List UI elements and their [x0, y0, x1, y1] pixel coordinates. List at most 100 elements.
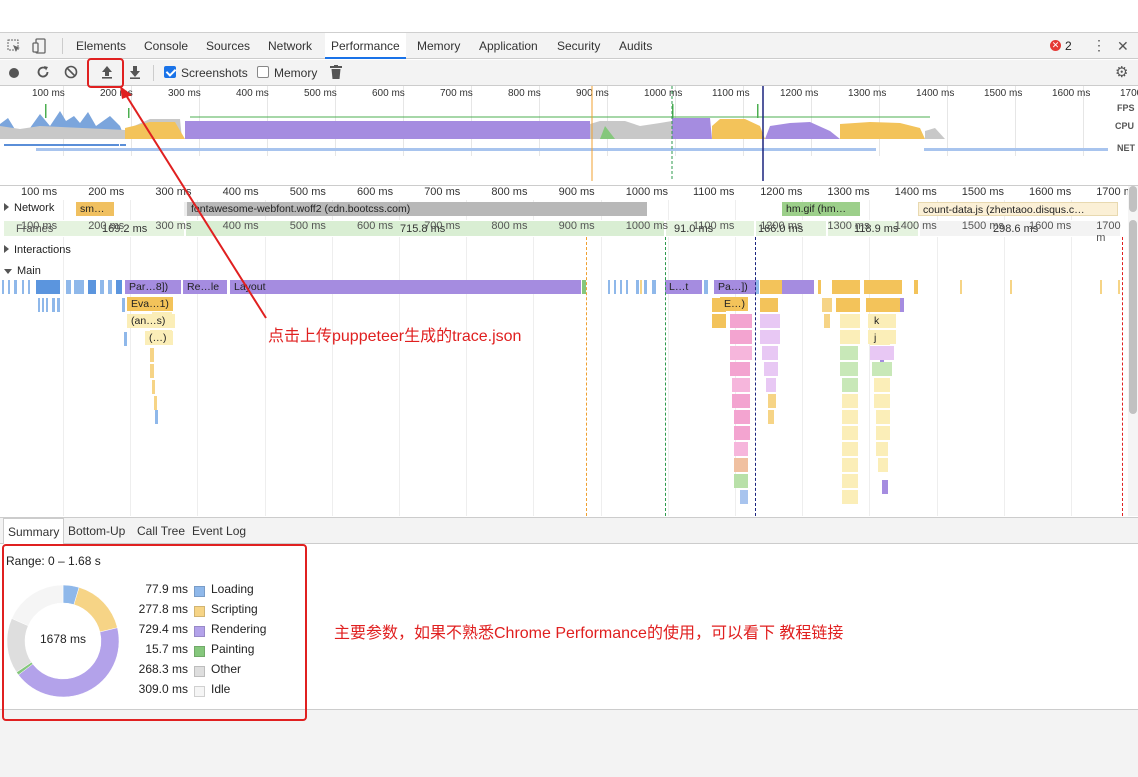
frames-ruler-tick-label: 1600 ms	[1029, 220, 1072, 232]
ruler-tick-label: 1300 ms	[827, 186, 870, 198]
main-track-label[interactable]: Main	[4, 265, 41, 277]
network-request-bar[interactable]: count-data.js (zhentaoo.disqus.c…	[918, 202, 1118, 216]
frames-ruler-tick-label: 1000 ms	[625, 220, 668, 232]
overview-tick-label: 1700	[1120, 88, 1138, 99]
settings-gear-icon[interactable]: ⚙	[1115, 65, 1128, 80]
tab-network[interactable]: Network	[268, 33, 312, 59]
timeline-overview[interactable]: 100 ms 200 ms 300 ms 400 ms 500 ms 600 ms 700 …	[0, 86, 1138, 186]
summary-highlight-box	[2, 544, 307, 721]
upload-annotation-text: 点击上传puppeteer生成的trace.json	[268, 328, 522, 345]
tab-application[interactable]: Application	[479, 33, 538, 59]
frames-ruler-tick-label: 1500 ms	[961, 220, 1004, 232]
ruler-tick-label: 200 ms	[88, 186, 125, 198]
ruler-tick-label: 100 ms	[21, 186, 58, 198]
main-task-bar[interactable]: (an…s)	[127, 314, 175, 328]
frames-ruler-tick-label: 1200 ms	[760, 220, 803, 232]
error-icon[interactable]: ✕	[1050, 40, 1061, 51]
collapse-arrow-icon[interactable]	[4, 269, 12, 274]
main-task-bar[interactable]: L…t	[665, 280, 702, 294]
ruler-tick-label: 1000 ms	[625, 186, 668, 198]
screenshots-label[interactable]: Screenshots	[181, 60, 248, 86]
tab-bottom-up[interactable]: Bottom-Up	[68, 518, 125, 544]
frames-ruler-tick-label: 1300 ms	[827, 220, 870, 232]
fps-label: FPS	[1117, 103, 1135, 113]
frames-ruler-tick-label: 900 ms	[558, 220, 595, 232]
main-task-bar[interactable]: (…)	[145, 331, 173, 345]
tab-audits[interactable]: Audits	[619, 33, 652, 59]
tab-performance[interactable]: Performance	[325, 33, 406, 59]
tab-memory[interactable]: Memory	[417, 33, 460, 59]
performance-toolbar: Screenshots Memory ⚙	[0, 60, 1138, 86]
marker-line-load	[755, 237, 756, 516]
main-task-bar[interactable]: E…)	[720, 297, 748, 311]
ruler-tick-label: 1600 ms	[1029, 186, 1072, 198]
ruler-tick-label: 1100 ms	[693, 186, 735, 198]
main-task-bar[interactable]: Re…le	[183, 280, 227, 294]
frames-ruler-tick-label: 700 ms	[424, 220, 461, 232]
more-menu-icon[interactable]: ⋮	[1092, 38, 1106, 52]
flame-chart-tracks[interactable]: Network sm… fontawesome-webfont.woff2 (c…	[0, 200, 1128, 516]
main-task-bar[interactable]: k	[870, 314, 890, 328]
net-label: NET	[1117, 143, 1135, 153]
expand-arrow-icon[interactable]	[4, 245, 9, 253]
devtools-tab-bar: Elements Console Sources Network Perform…	[0, 33, 1138, 59]
reload-icon[interactable]	[35, 64, 51, 80]
trash-icon[interactable]	[330, 65, 342, 80]
ruler-tick-label: 900 ms	[558, 186, 595, 198]
memory-label[interactable]: Memory	[274, 60, 317, 86]
main-task-bar[interactable]: j	[870, 331, 890, 345]
expand-arrow-icon[interactable]	[4, 203, 9, 211]
interactions-track-label[interactable]: Interactions	[4, 244, 71, 256]
network-request-bar[interactable]: sm…	[76, 202, 114, 216]
tab-event-log[interactable]: Event Log	[192, 518, 246, 544]
inspect-element-icon[interactable]	[7, 39, 21, 53]
cpu-label: CPU	[1115, 121, 1135, 131]
ruler-tick-label: 1200 ms	[760, 186, 803, 198]
record-icon[interactable]	[9, 68, 19, 78]
frames-ruler-tick-label: 600 ms	[357, 220, 394, 232]
marker-line-fmp	[665, 237, 666, 516]
tracks-scrollbar[interactable]	[1128, 186, 1138, 516]
details-tab-bar: Summary Bottom-Up Call Tree Event Log	[0, 517, 1138, 544]
params-annotation-text: 主要参数，如果不熟悉Chrome Performance的使用，可以看下 教程链…	[334, 625, 844, 642]
scrollbar-thumb[interactable]	[1129, 186, 1137, 212]
frames-ruler-tick-label: 500 ms	[289, 220, 326, 232]
ruler-tick-label: 500 ms	[289, 186, 326, 198]
ruler-tick-label: 700 ms	[424, 186, 461, 198]
network-request-bar[interactable]: hm.gif (hm…	[782, 202, 860, 216]
device-toolbar-icon[interactable]	[32, 38, 48, 54]
frames-ruler-tick-label: 100 ms	[21, 220, 58, 232]
ruler-tick-label: 400 ms	[222, 186, 259, 198]
ruler-tick-label: 600 ms	[357, 186, 394, 198]
tab-call-tree[interactable]: Call Tree	[137, 518, 185, 544]
close-devtools-icon[interactable]: ✕	[1117, 38, 1129, 55]
ruler-tick-label: 1400 ms	[894, 186, 937, 198]
screenshots-checkbox[interactable]	[164, 66, 176, 78]
main-task-bar[interactable]: Par…8])	[125, 280, 181, 294]
upload-highlight-box	[87, 58, 124, 88]
main-task-bar[interactable]: Eva…1)	[127, 297, 173, 311]
browser-top-area	[0, 0, 1138, 33]
scrollbar-thumb[interactable]	[1129, 220, 1137, 414]
error-count[interactable]: 2	[1065, 39, 1072, 53]
frames-ruler-tick-label: 400 ms	[222, 220, 259, 232]
main-task-bar[interactable]: Pa…])	[714, 280, 756, 294]
frames-ruler-tick-label: 1700 m	[1096, 220, 1121, 244]
clear-icon[interactable]	[64, 65, 78, 79]
memory-checkbox[interactable]	[257, 66, 269, 78]
network-track-label[interactable]: Network	[4, 202, 54, 214]
marker-line-dcl	[586, 237, 587, 516]
frames-ruler-tick-label: 300 ms	[155, 220, 192, 232]
tab-elements[interactable]: Elements	[76, 33, 126, 59]
tab-sources[interactable]: Sources	[206, 33, 250, 59]
tab-console[interactable]: Console	[144, 33, 188, 59]
main-task-bar[interactable]: Layout	[230, 280, 581, 294]
tab-summary[interactable]: Summary	[3, 518, 65, 544]
network-request-bar[interactable]: fontawesome-webfont.woff2 (cdn.bootcss.c…	[184, 202, 647, 216]
tab-security[interactable]: Security	[557, 33, 600, 59]
marker-line-end	[1122, 237, 1123, 516]
timeline-ruler: 100 ms 200 ms 300 ms 400 ms 500 ms 600 ms 700 …	[0, 186, 1138, 200]
ruler-tick-label: 800 ms	[491, 186, 528, 198]
frames-ruler-tick-label: 200 ms	[88, 220, 125, 232]
save-profile-download-icon[interactable]	[128, 65, 142, 79]
